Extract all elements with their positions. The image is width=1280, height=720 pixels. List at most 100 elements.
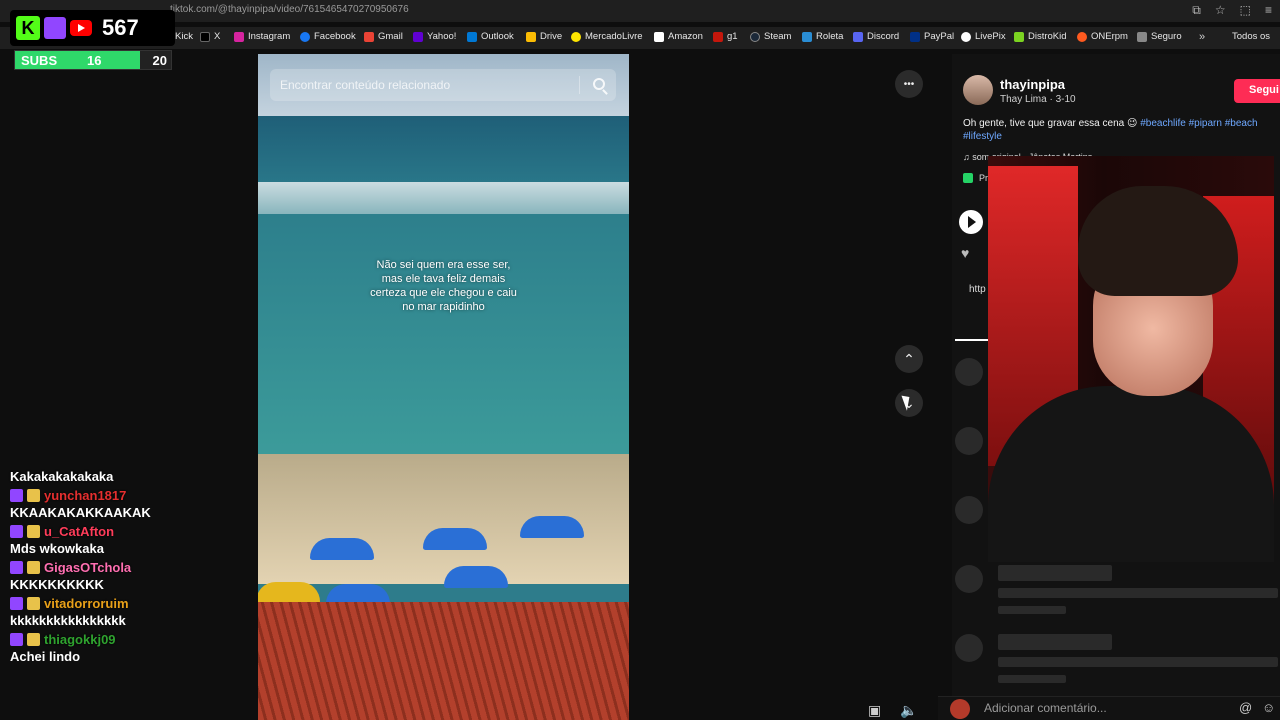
chat-message: vitadorroruim kkkkkkkkkkkkkkkk <box>10 594 250 630</box>
post-caption: Oh gente, tive que gravar essa cena 😉 #b… <box>963 118 1258 142</box>
video-player[interactable]: Não sei quem era esse ser, mas ele tava … <box>258 54 629 720</box>
bookmark-x[interactable]: X <box>200 31 220 42</box>
sub-badge-icon <box>27 632 40 646</box>
avatar[interactable] <box>963 75 993 105</box>
bookmark-facebook[interactable]: Facebook <box>300 31 356 42</box>
bookmark-amazon[interactable]: Amazon <box>654 31 703 42</box>
chat-message-header: u_CatAfton <box>10 522 250 540</box>
comment-skeleton-line <box>998 657 1278 667</box>
author-subline: Thay Lima · 3-10 <box>1000 94 1076 105</box>
bookmark-instagram[interactable]: Instagram <box>234 31 290 42</box>
chat-text: KKAAKAKAKKAAKAK <box>10 505 151 520</box>
bookmark-seguro[interactable]: Seguro <box>1137 31 1182 42</box>
beach-umbrella <box>423 528 487 550</box>
video-caption-overlay: Não sei quem era esse ser, mas ele tava … <box>370 259 517 313</box>
chat-username: GigasOTchola <box>44 559 132 575</box>
bookmark-g1[interactable]: g1 <box>713 31 738 42</box>
more-options-button[interactable]: ••• <box>895 70 923 98</box>
bookmark-kick[interactable]: Kick <box>175 31 193 42</box>
bookmark-gmail[interactable]: Gmail <box>364 31 403 42</box>
bookmark-yahoo[interactable]: Yahoo! <box>413 31 456 42</box>
bookmarks-folder[interactable]: Todos os <box>1232 31 1270 42</box>
mention-icon[interactable]: @ <box>1239 700 1252 715</box>
comment-skeleton-avatar <box>955 496 983 524</box>
bookmark-steam[interactable]: Steam <box>750 31 791 42</box>
volume-icon[interactable]: 🔈 <box>900 702 917 719</box>
install-icon[interactable]: ⧉ <box>1192 3 1201 18</box>
streamer-webcam <box>988 156 1274 562</box>
comment-skeleton-line <box>998 606 1066 614</box>
comment-skeleton-line <box>998 634 1112 650</box>
comment-skeleton-avatar <box>955 565 983 593</box>
chat-message-header: thiagokkj09 <box>10 630 250 648</box>
twitch-badge-icon <box>10 596 23 610</box>
comment-skeleton-line <box>998 588 1278 598</box>
green-square-icon <box>963 173 973 183</box>
chat-text: kkkkkkkkkkkkkkkk <box>10 613 126 628</box>
chevron-up-icon: ⌃ <box>903 350 915 367</box>
twitch-badge-icon <box>10 524 23 538</box>
previous-video-button[interactable]: ⌃ <box>895 345 923 373</box>
subs-goal-bar: SUBS 16 20 <box>14 50 172 70</box>
search-placeholder: Encontrar conteúdo relacionado <box>280 78 451 92</box>
chat-username: yunchan1817 <box>44 487 127 503</box>
beach-umbrella <box>310 538 374 560</box>
chat-username: vitadorroruim <box>44 595 129 611</box>
chat-message: Kakakakakakaka <box>10 469 114 484</box>
address-bar[interactable]: tiktok.com/@thayinpipa/video/76154654702… <box>170 4 409 15</box>
bookmark-paypal[interactable]: PayPal <box>910 31 954 42</box>
hashtag-link[interactable]: #beachlife <box>1140 118 1186 129</box>
browser-tab-bar: tiktok.com/@thayinpipa/video/76154654702… <box>0 0 1280 22</box>
bookmark-distrokid[interactable]: DistroKid <box>1014 31 1067 42</box>
related-search-input[interactable]: Encontrar conteúdo relacionado <box>270 69 616 101</box>
subs-label: SUBS <box>21 53 58 68</box>
bookmark-outlook[interactable]: Outlook <box>467 31 514 42</box>
video-waves <box>258 182 629 218</box>
chat-text: Mds wkowkaka <box>10 541 104 556</box>
viewer-counter: K 567 <box>10 10 175 46</box>
more-icon: ••• <box>903 78 915 90</box>
twitch-badge-icon <box>10 560 23 574</box>
comment-input[interactable]: Adicionar comentário... <box>984 701 1107 715</box>
chat-username: u_CatAfton <box>44 523 115 539</box>
emoji-icon[interactable]: ☺ <box>1262 700 1275 715</box>
bookmark-discord[interactable]: Discord <box>853 31 899 42</box>
chat-message: yunchan1817 KKAAKAKAKKAAKAK <box>10 486 250 522</box>
chat-username: thiagokkj09 <box>44 631 116 647</box>
bookmark-livepix[interactable]: LivePix <box>961 31 1006 42</box>
video-water <box>258 214 629 454</box>
search-divider <box>579 76 580 94</box>
menu-icon[interactable]: ≡ <box>1265 3 1272 18</box>
play-icon[interactable] <box>959 210 983 234</box>
bookmark-roleta[interactable]: Roleta <box>802 31 843 42</box>
chat-message-header: vitadorroruim <box>10 594 250 612</box>
star-icon[interactable]: ☆ <box>1215 3 1226 18</box>
chat-message-header: yunchan1817 <box>10 486 250 504</box>
hashtag-link[interactable]: #beach <box>1225 118 1258 129</box>
comment-skeleton-line <box>998 675 1066 683</box>
hashtag-link[interactable]: #lifestyle <box>963 131 1002 142</box>
chat-text: Achei lindo <box>10 649 81 664</box>
browser-actions: ⧉ ☆ ⬚ ≡ <box>1192 3 1272 18</box>
hashtag-link[interactable]: #piparn <box>1189 118 1222 129</box>
comment-skeleton-avatar <box>955 634 983 662</box>
bookmark-drive[interactable]: Drive <box>526 31 562 42</box>
bookmark-mercadolivre[interactable]: MercadoLivre <box>571 31 643 42</box>
chat-message-header: GigasOTchola <box>10 558 250 576</box>
extensions-icon[interactable]: ⬚ <box>1240 3 1251 18</box>
sub-badge-icon <box>27 560 40 574</box>
follow-button[interactable]: Segui <box>1234 79 1280 103</box>
beach-umbrella <box>520 516 584 538</box>
bookmark-onerpm[interactable]: ONErpm <box>1077 31 1128 42</box>
chat-message: u_CatAfton Mds wkowkaka <box>10 522 250 558</box>
comment-skeleton-avatar <box>955 358 983 386</box>
bookmarks-overflow-icon[interactable]: » <box>1199 31 1205 43</box>
pip-icon[interactable]: ▣ <box>868 702 881 719</box>
post-link[interactable]: http <box>969 284 986 295</box>
search-icon[interactable] <box>593 78 605 90</box>
twitch-badge-icon <box>10 488 23 502</box>
beach-umbrella <box>444 566 508 588</box>
username[interactable]: thayinpipa <box>1000 77 1065 92</box>
twitch-badge-icon <box>10 632 23 646</box>
heart-icon[interactable]: ♥ <box>961 245 969 261</box>
